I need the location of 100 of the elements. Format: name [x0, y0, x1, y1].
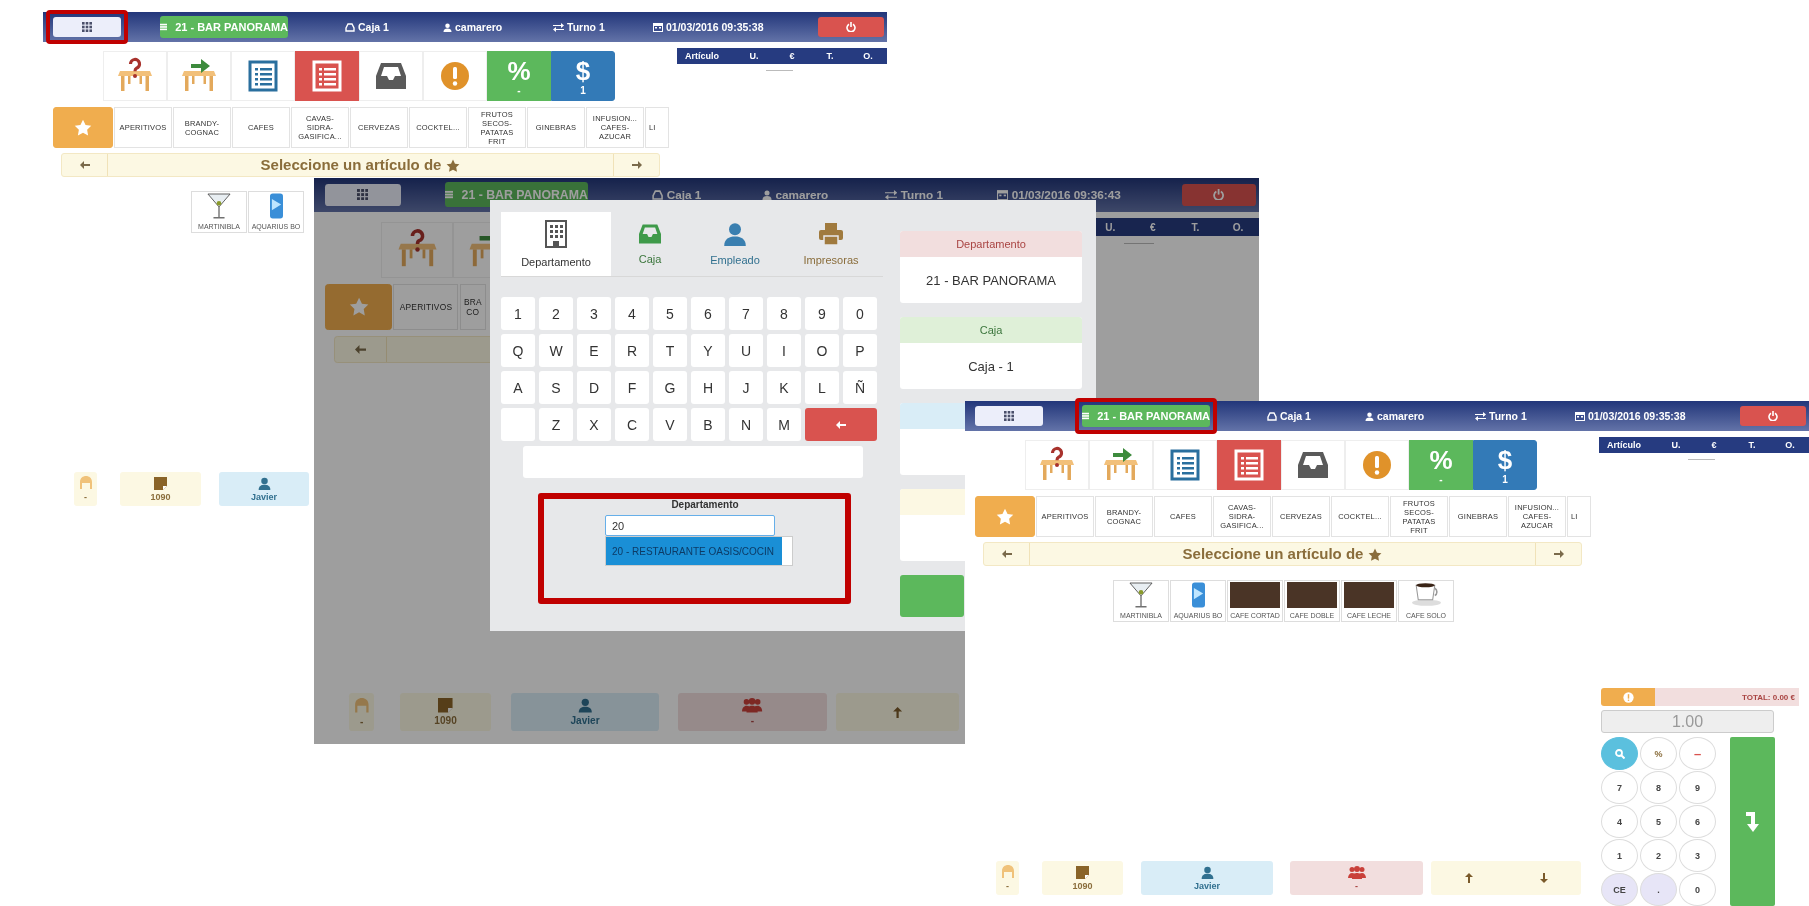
keyboard-key[interactable]: 0 — [843, 297, 877, 330]
keyboard-key[interactable]: O — [805, 334, 839, 367]
dialog-tab[interactable]: Departamento — [501, 212, 611, 276]
keyboard-key[interactable]: P — [843, 334, 877, 367]
keyboard-key[interactable]: 5 — [653, 297, 687, 330]
keypad-key[interactable]: . — [1640, 873, 1677, 906]
can-drawing — [1191, 582, 1205, 608]
power-button[interactable] — [818, 17, 884, 37]
power-button[interactable] — [1181, 183, 1256, 206]
employee-button[interactable]: Javier — [219, 472, 309, 506]
keyboard-key[interactable]: V — [653, 408, 687, 441]
menu-button[interactable] — [53, 17, 121, 37]
column-header: O. — [1231, 221, 1245, 233]
keyboard-key[interactable]: C — [615, 408, 649, 441]
search-icon — [1614, 748, 1625, 759]
keyboard-key[interactable]: W — [539, 334, 573, 367]
power-icon — [846, 22, 856, 32]
employee-button[interactable]: Javier — [1141, 861, 1273, 895]
keyboard-key[interactable]: E — [577, 334, 611, 367]
keypad-key[interactable]: 2 — [1640, 839, 1677, 872]
toolbar-button[interactable]: $ 1 — [551, 51, 615, 101]
alert-icon — [440, 61, 470, 91]
keyboard-key[interactable]: R — [615, 334, 649, 367]
keyboard-key[interactable]: D — [577, 371, 611, 404]
keypad-key[interactable]: 1 — [1601, 839, 1638, 872]
keyboard-key[interactable]: H — [691, 371, 725, 404]
card-title: Departamento — [900, 231, 1082, 257]
keyboard-key[interactable]: Y — [691, 334, 725, 367]
category-tab[interactable]: APERITIVOS — [393, 284, 459, 331]
keyboard-key[interactable]: T — [653, 334, 687, 367]
note-icon — [1076, 865, 1089, 879]
keyboard-key[interactable]: J — [729, 371, 763, 404]
photo-placeholder — [1230, 582, 1280, 608]
keyboard-key[interactable]: Z — [539, 408, 573, 441]
keyboard-key[interactable]: Q — [501, 334, 535, 367]
keypad-key[interactable]: 4 — [1601, 805, 1638, 838]
keyboard-key[interactable]: 2 — [539, 297, 573, 330]
keyboard-key[interactable]: N — [729, 408, 763, 441]
menu-button[interactable] — [975, 406, 1043, 426]
keypad-key[interactable]: % — [1640, 737, 1677, 770]
keypad-key[interactable]: 6 — [1679, 805, 1716, 838]
keyboard-key[interactable]: 6 — [691, 297, 725, 330]
keypad-key[interactable]: 0 — [1679, 873, 1716, 906]
keyboard-key[interactable]: G — [653, 371, 687, 404]
exchange-icon — [885, 189, 898, 200]
keyboard-key[interactable]: S — [539, 371, 573, 404]
keyboard-key[interactable]: F — [615, 371, 649, 404]
group-icon — [1347, 865, 1366, 879]
keypad-key[interactable]: CE — [1601, 873, 1638, 906]
category-tab[interactable]: BRA CO — [459, 284, 487, 331]
table-button[interactable]: 1090 — [1042, 861, 1123, 895]
shift-label: Turno 1 — [1489, 410, 1527, 422]
datetime-label: 01/03/2016 09:35:38 — [666, 21, 764, 33]
keyboard-key[interactable]: 1 — [501, 297, 535, 330]
keypad-key[interactable]: – — [1679, 737, 1716, 770]
keypad-key[interactable]: 3 — [1679, 839, 1716, 872]
dialog-tab[interactable]: Caja — [611, 212, 689, 276]
exchange-icon — [1475, 411, 1486, 421]
keyboard-key[interactable]: A — [501, 371, 535, 404]
toolbar-button[interactable] — [1217, 440, 1281, 490]
arrow-left-icon — [79, 160, 90, 170]
keyboard-key[interactable]: M — [767, 408, 801, 441]
keyboard-key[interactable]: U — [729, 334, 763, 367]
customer-button[interactable]: - — [996, 861, 1019, 895]
keyboard-key[interactable]: I — [767, 334, 801, 367]
keypad-key[interactable]: 5 — [1640, 805, 1677, 838]
person-icon — [78, 476, 93, 490]
guests-button[interactable]: - — [1290, 861, 1423, 895]
power-button[interactable] — [1740, 406, 1806, 426]
alert-icon — [1362, 450, 1392, 480]
keyboard-key[interactable]: B — [691, 408, 725, 441]
dialog-tab[interactable]: Impresoras — [781, 212, 881, 276]
star-icon — [348, 297, 369, 318]
search-field[interactable]: 20 — [605, 515, 775, 536]
keypad-key[interactable]: 7 — [1601, 771, 1638, 804]
keyboard-key[interactable]: 3 — [577, 297, 611, 330]
star-icon — [446, 159, 461, 173]
list-icon — [246, 59, 280, 93]
keyboard-key[interactable]: Ñ — [843, 371, 877, 404]
keyboard-key[interactable]: X — [577, 408, 611, 441]
arrow-right-icon — [1553, 549, 1564, 559]
dialog-tab[interactable]: Empleado — [689, 212, 781, 276]
photo-placeholder — [1344, 582, 1394, 608]
toolbar-button[interactable]: $ 1 — [1473, 440, 1537, 490]
toolbar-button[interactable] — [295, 51, 359, 101]
menu-button[interactable] — [324, 183, 401, 206]
keyboard-key[interactable]: 7 — [729, 297, 763, 330]
keypad-key[interactable]: 8 — [1640, 771, 1677, 804]
keyboard-key[interactable]: K — [767, 371, 801, 404]
customer-button[interactable]: - — [74, 472, 97, 506]
keyboard-key[interactable]: 8 — [767, 297, 801, 330]
arrow-up-icon — [1463, 873, 1474, 883]
user-icon — [723, 222, 747, 246]
keypad-key[interactable]: 9 — [1679, 771, 1716, 804]
text-input-field[interactable] — [523, 446, 863, 478]
table-button[interactable]: 1090 — [120, 472, 201, 506]
keyboard-key[interactable]: 9 — [805, 297, 839, 330]
keyboard-key[interactable]: 4 — [615, 297, 649, 330]
keyboard-key[interactable]: L — [805, 371, 839, 404]
column-header: € — [788, 51, 796, 61]
